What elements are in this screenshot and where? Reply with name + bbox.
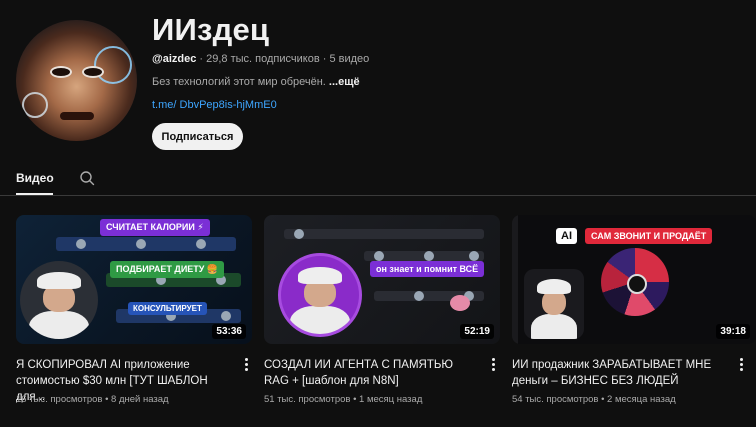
flow-node [469,251,479,261]
more-actions-icon[interactable] [489,358,497,374]
channel-meta: @aizdec · 29,8 тыс. подписчиков · 5 виде… [152,53,369,65]
sidebar-strip [512,215,518,344]
hud-ring-decoration [94,46,132,84]
channel-stats: · 29,8 тыс. подписчиков · 5 видео [199,53,370,65]
video-meta: 51 тыс. просмотров • 1 месяц назад [264,394,423,405]
channel-external-link[interactable]: t.me/ DbvPep8is-hjMmE0 [152,99,277,111]
channel-title: ИИздец [152,12,270,47]
video-duration: 39:18 [716,324,750,339]
presenter-photo [278,253,362,337]
video-meta: 16 тыс. просмотров • 8 дней назад [16,394,169,405]
tab-videos[interactable]: Видео [16,171,54,185]
channel-avatar[interactable] [16,20,137,141]
flow-node [221,311,231,321]
video-thumbnail[interactable]: AI САМ ЗВОНИТ И ПРОДАЁТ 39:18 [512,215,756,344]
presenter-photo [20,261,98,339]
thumbnail-tag: КОНСУЛЬТИРУЕТ [128,302,207,315]
video-duration: 53:36 [212,324,246,339]
video-title[interactable]: ИИ продажник ЗАРАБАТЫВАЕТ МНЕ деньги – Б… [512,357,726,389]
video-duration: 52:19 [460,324,494,339]
brain-icon [450,295,470,311]
voice-wheel-graphic [601,248,669,316]
thumbnail-tag: СЧИТАЕТ КАЛОРИИ ⚡ [100,219,210,236]
description-more-link[interactable]: ...ещё [329,76,360,88]
flow-node [196,239,206,249]
flow-node [76,239,86,249]
avatar-mouth [60,112,94,120]
thumbnail-tag: ПОДБИРАЕТ ДИЕТУ 🍔 [110,261,225,278]
more-actions-icon[interactable] [737,358,745,374]
flow-row [284,229,484,239]
presenter-photo [524,269,584,339]
avatar-eye [50,66,72,78]
channel-handle: @aizdec [152,53,197,65]
flow-node [294,229,304,239]
thumbnail-tag: САМ ЗВОНИТ И ПРОДАЁТ [585,228,713,244]
video-title[interactable]: СОЗДАЛ ИИ АГЕНТА С ПАМЯТЬЮ RAG + [шаблон… [264,357,478,389]
video-meta: 54 тыс. просмотров • 2 месяца назад [512,394,676,405]
search-icon[interactable] [79,170,95,186]
tabs-divider [0,195,756,196]
video-thumbnail[interactable]: СЧИТАЕТ КАЛОРИИ ⚡ ПОДБИРАЕТ ДИЕТУ 🍔 КОНС… [16,215,252,344]
description-text: Без технологий этот мир обречён. [152,76,326,88]
subscribe-button[interactable]: Подписаться [152,123,243,150]
flow-node [414,291,424,301]
thumbnail-tag: AI [556,228,577,244]
channel-description[interactable]: Без технологий этот мир обречён. ...ещё [152,76,360,88]
video-thumbnail[interactable]: он знает и помнит ВСЁ 52:19 [264,215,500,344]
flow-node [136,239,146,249]
flow-node [424,251,434,261]
more-actions-icon[interactable] [242,358,250,374]
avatar-eye [82,66,104,78]
thumbnail-tag: он знает и помнит ВСЁ [370,261,485,277]
hud-ring-decoration [22,92,48,118]
flow-node [374,251,384,261]
